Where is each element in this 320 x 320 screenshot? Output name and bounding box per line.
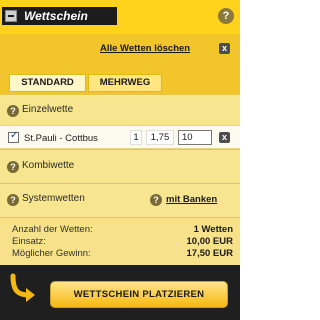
- bet-slip-header: Wettschein ?: [0, 0, 240, 34]
- win-value: 17,50 EUR: [186, 248, 233, 259]
- system-bet-help-icon[interactable]: ?: [7, 194, 19, 206]
- match-name: St.Pauli - Cottbus: [24, 133, 98, 144]
- minimize-icon[interactable]: [5, 10, 17, 22]
- mit-banken-link[interactable]: mit Banken: [166, 194, 217, 205]
- stake-input[interactable]: 10: [178, 130, 212, 145]
- system-bet-section: ? Systemwetten ? mit Banken: [0, 183, 240, 217]
- combi-bet-help-icon[interactable]: ?: [7, 161, 19, 173]
- bet-tip: 1: [130, 130, 142, 145]
- remove-bet-icon[interactable]: x: [219, 132, 230, 143]
- stake-value: 10,00 EUR: [186, 236, 233, 247]
- bet-summary: Anzahl der Wetten: 1 Wetten Einsatz: 10,…: [0, 217, 240, 265]
- banken-help-icon[interactable]: ?: [150, 194, 162, 206]
- help-icon[interactable]: ?: [218, 8, 234, 24]
- delete-all-bets-link[interactable]: Alle Wetten löschen: [100, 43, 190, 54]
- bet-slip-footer: WETTSCHEIN PLATZIEREN: [0, 265, 240, 320]
- bet-slip-title: Wettschein: [24, 9, 88, 23]
- system-bet-label: Systemwetten: [22, 193, 85, 204]
- single-bet-section: ? Einzelwette: [0, 94, 240, 125]
- title-tab[interactable]: Wettschein: [2, 7, 117, 25]
- tab-mehrweg[interactable]: MEHRWEG: [88, 74, 162, 92]
- bet-odds: 1,75: [146, 130, 174, 145]
- win-label: Möglicher Gewinn:: [12, 248, 91, 259]
- combi-bet-label: Kombiwette: [22, 160, 75, 171]
- tab-standard[interactable]: STANDARD: [9, 74, 86, 92]
- single-bet-label: Einzelwette: [22, 104, 74, 115]
- count-value: 1 Wetten: [193, 224, 233, 235]
- delete-all-close-icon[interactable]: x: [219, 43, 230, 54]
- curved-arrow-icon: [10, 273, 35, 302]
- combi-bet-section: ? Kombiwette: [0, 149, 240, 183]
- place-bet-button[interactable]: WETTSCHEIN PLATZIEREN: [50, 281, 228, 308]
- bet-slip-widget: Wettschein ? Alle Wetten löschen x STAND…: [0, 0, 240, 320]
- bet-checkbox[interactable]: [8, 130, 19, 143]
- stake-label: Einsatz:: [12, 236, 46, 247]
- count-label: Anzahl der Wetten:: [12, 224, 93, 235]
- single-bet-help-icon[interactable]: ?: [7, 105, 19, 117]
- bet-row: St.Pauli - Cottbus 1 1,75 10 x: [0, 125, 240, 149]
